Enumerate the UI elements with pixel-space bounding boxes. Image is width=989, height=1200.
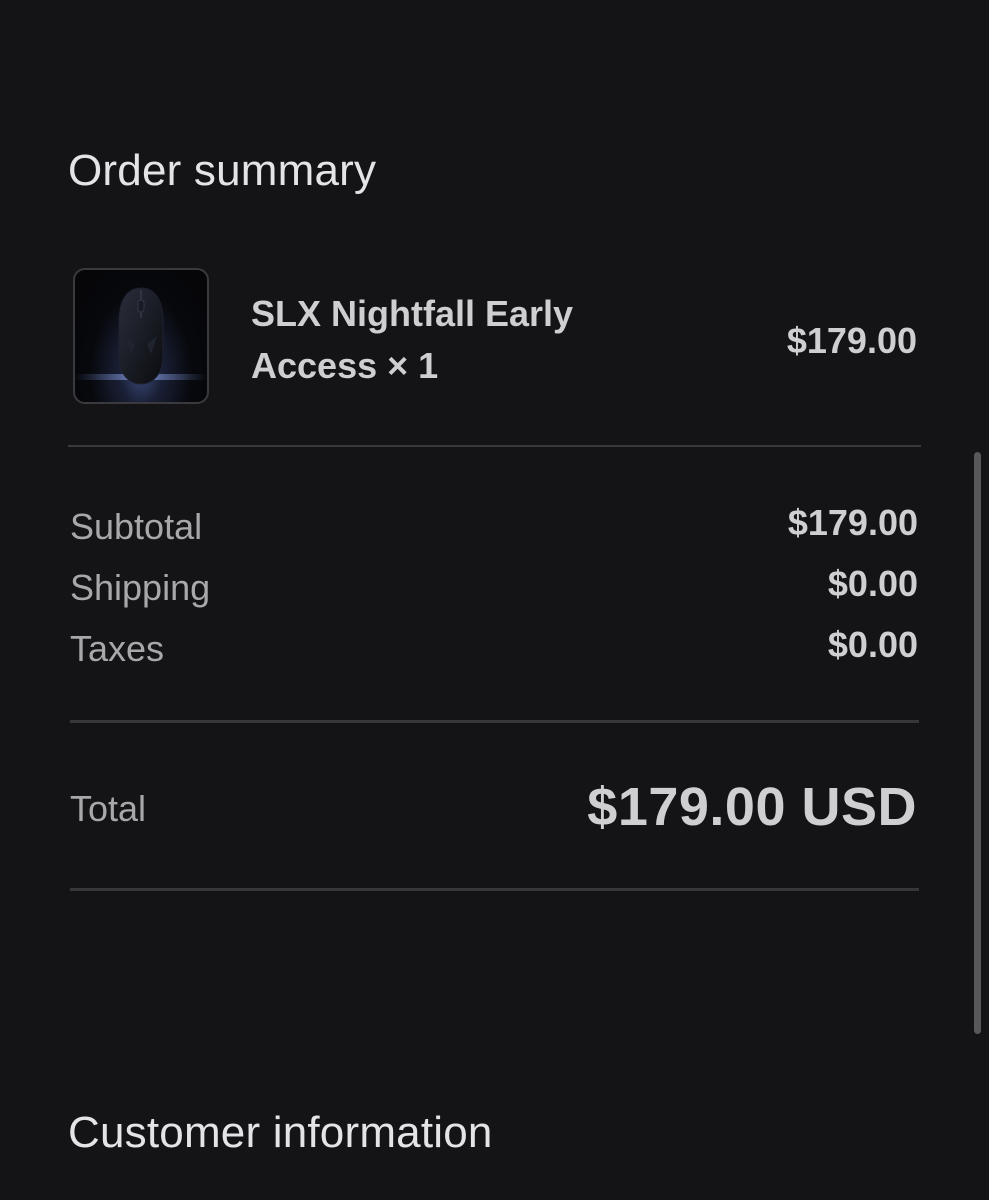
scrollbar[interactable] <box>974 452 981 1034</box>
shipping-value: $0.00 <box>827 563 918 604</box>
divider <box>68 445 921 447</box>
order-summary-title: Order summary <box>68 146 377 195</box>
total-label: Total <box>70 788 147 829</box>
taxes-value: $0.00 <box>827 624 918 665</box>
checkout-page: Order summary SLX Nightfall Early Access… <box>0 0 989 1200</box>
product-thumbnail <box>73 268 209 404</box>
taxes-row: Taxes $0.00 <box>70 624 918 678</box>
divider <box>70 888 919 891</box>
item-name: SLX Nightfall Early Access × 1 <box>251 293 574 386</box>
divider <box>70 720 919 723</box>
customer-information-title: Customer information <box>68 1108 493 1157</box>
order-item: SLX Nightfall Early Access × 1 $179.00 <box>73 268 917 408</box>
total-value: $179.00 USD <box>587 777 917 837</box>
subtotal-label: Subtotal <box>70 506 203 547</box>
mouse-product-image <box>75 287 207 385</box>
taxes-label: Taxes <box>70 628 165 669</box>
shipping-label: Shipping <box>70 567 211 608</box>
item-price: $179.00 <box>786 320 917 361</box>
subtotal-value: $179.00 <box>787 502 918 543</box>
shipping-row: Shipping $0.00 <box>70 563 918 617</box>
subtotal-row: Subtotal $179.00 <box>70 502 918 556</box>
